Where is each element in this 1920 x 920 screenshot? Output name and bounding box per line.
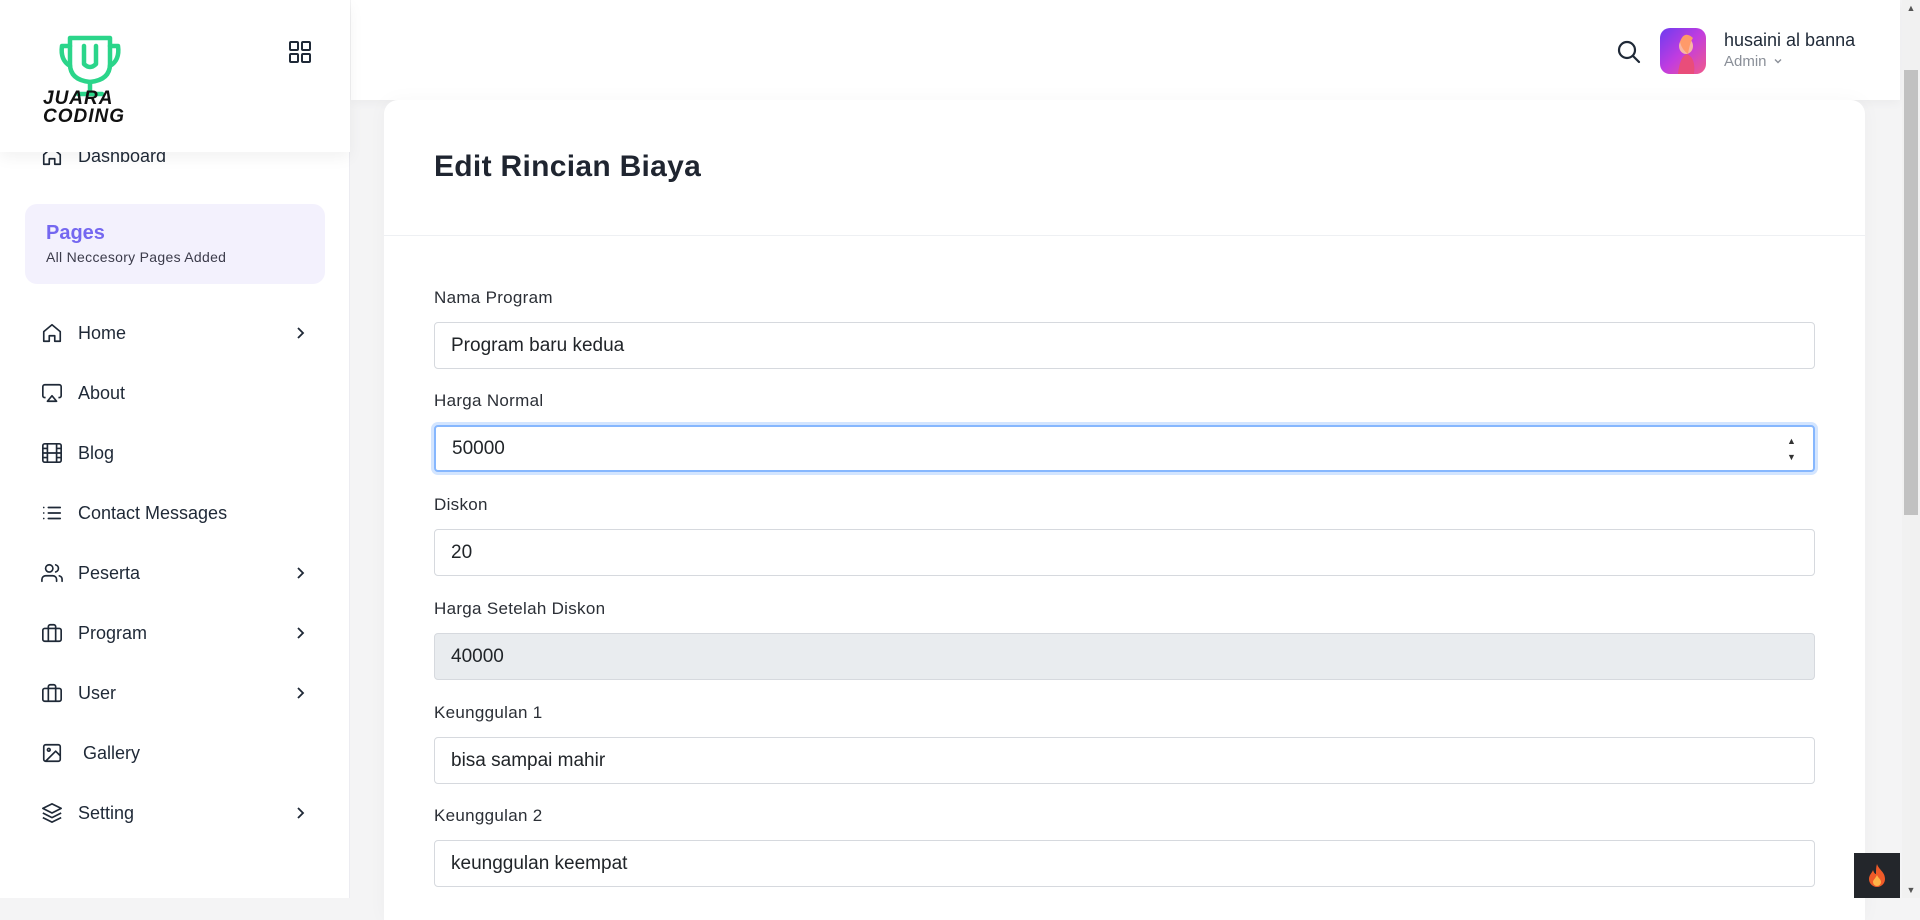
field-label-keunggulan-1: Keunggulan 1	[434, 703, 543, 722]
sidebar-item-label: Home	[78, 322, 127, 343]
chevron-right-icon	[297, 807, 305, 819]
scrollbar-thumb[interactable]	[1904, 70, 1918, 515]
sidebar-item-peserta[interactable]: Peserta	[40, 553, 320, 593]
stepper-up-icon[interactable]: ▲	[1787, 436, 1799, 446]
flame-icon	[1869, 863, 1885, 887]
chevron-right-icon	[297, 627, 305, 639]
sidebar-item-label: Setting	[78, 802, 135, 823]
image-icon	[40, 741, 64, 765]
airplay-icon	[40, 381, 64, 405]
sidebar-item-label: Peserta	[78, 562, 141, 583]
home-icon	[40, 321, 64, 345]
sidebar-item-label: Contact Messages	[78, 502, 228, 523]
scroll-up-icon[interactable]: ▲	[1905, 2, 1917, 14]
page-title: Edit Rincian Biaya	[434, 150, 702, 183]
number-stepper[interactable]: ▲ ▼	[1787, 436, 1799, 462]
user-role-dropdown[interactable]: Admin	[1724, 53, 1783, 70]
avatar[interactable]	[1660, 28, 1706, 74]
sidebar-item-contact-messages[interactable]: Contact Messages	[40, 493, 320, 533]
user-name: husaini al banna	[1724, 30, 1856, 50]
edit-form-card: Edit Rincian Biaya Nama Program Program …	[384, 100, 1865, 920]
grid-menu-icon[interactable]	[287, 39, 313, 65]
pages-subtitle: All Neccesory Pages Added	[46, 249, 227, 265]
sidebar-item-about[interactable]: About	[40, 373, 320, 413]
chevron-right-icon	[297, 327, 305, 339]
logo-text: JUARA CODING	[43, 88, 125, 127]
sidebar-item-label: Program	[78, 622, 148, 643]
diskon-value: 20	[451, 541, 473, 563]
user-role-label: Admin	[1724, 53, 1767, 70]
field-label-keunggulan-2: Keunggulan 2	[434, 806, 543, 825]
field-label-harga-normal: Harga Normal	[434, 391, 544, 410]
pages-title: Pages	[46, 222, 105, 244]
briefcase-icon	[40, 681, 64, 705]
keunggulan-2-input[interactable]: keunggulan keempat	[434, 840, 1815, 887]
sidebar-item-blog[interactable]: Blog	[40, 433, 320, 473]
sidebar-item-label: About	[78, 382, 126, 403]
nama-program-value: Program baru kedua	[451, 334, 625, 356]
sidebar-item-label: Gallery	[83, 742, 141, 763]
users-icon	[40, 561, 64, 585]
sidebar-item-gallery[interactable]: Gallery	[40, 733, 320, 773]
brand-header: JUARA CODING	[0, 0, 350, 152]
field-label-diskon: Diskon	[434, 495, 488, 514]
stepper-down-icon[interactable]: ▼	[1787, 452, 1799, 462]
search-icon[interactable]	[1615, 38, 1643, 66]
chevron-down-icon	[1774, 59, 1782, 64]
harga-normal-input[interactable]: 50000 ▲ ▼	[434, 425, 1815, 472]
harga-normal-value: 50000	[452, 437, 505, 459]
field-label-harga-setelah-diskon: Harga Setelah Diskon	[434, 599, 606, 618]
keunggulan-1-input[interactable]: bisa sampai mahir	[434, 737, 1815, 784]
chevron-right-icon	[297, 567, 305, 579]
field-label-nama-program: Nama Program	[434, 288, 553, 307]
harga-setelah-diskon-input: 40000	[434, 633, 1815, 680]
film-icon	[40, 441, 64, 465]
sidebar-item-user[interactable]: User	[40, 673, 320, 713]
sidebar-item-label: Blog	[78, 442, 115, 463]
keunggulan-2-value: keunggulan keempat	[451, 852, 628, 874]
floating-action-button[interactable]	[1854, 853, 1900, 898]
sidebar-item-label: User	[78, 682, 117, 703]
sidebar: Dashboard JUARA CODING Pages All Necceso…	[0, 0, 350, 898]
scroll-down-icon[interactable]: ▼	[1905, 884, 1917, 896]
sidebar-item-program[interactable]: Program	[40, 613, 320, 653]
sidebar-item-setting[interactable]: Setting	[40, 793, 320, 833]
chevron-right-icon	[297, 687, 305, 699]
keunggulan-1-value: bisa sampai mahir	[451, 749, 606, 771]
sidebar-item-home[interactable]: Home	[40, 313, 320, 353]
card-header: Edit Rincian Biaya	[384, 100, 1865, 236]
briefcase-icon	[40, 621, 64, 645]
diskon-input[interactable]: 20	[434, 529, 1815, 576]
harga-setelah-diskon-value: 40000	[451, 645, 504, 667]
layers-icon	[40, 801, 64, 825]
nama-program-input[interactable]: Program baru kedua	[434, 322, 1815, 369]
list-icon	[40, 501, 64, 525]
pages-section: Pages All Neccesory Pages Added	[25, 204, 325, 284]
